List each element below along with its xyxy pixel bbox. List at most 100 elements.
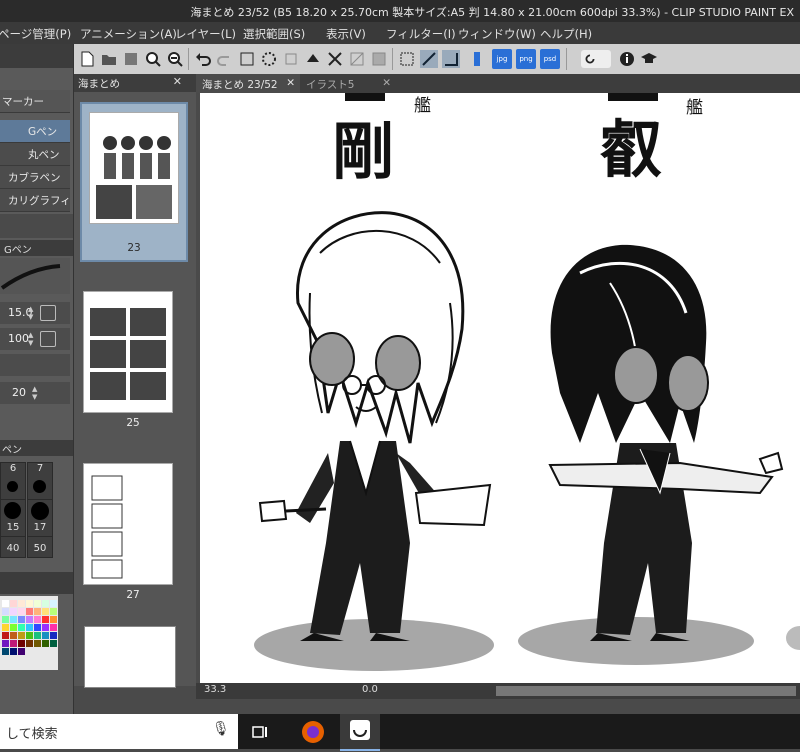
menu-window[interactable]: ウィンドウ(W) bbox=[458, 26, 536, 42]
subtool-g-pen[interactable]: Gペン bbox=[0, 120, 70, 143]
page-thumb-25[interactable]: 25 bbox=[80, 282, 186, 430]
info-icon[interactable] bbox=[618, 50, 636, 68]
color-swatch[interactable] bbox=[10, 608, 17, 615]
color-swatch[interactable] bbox=[34, 640, 41, 647]
color-swatch[interactable] bbox=[42, 624, 49, 631]
page-thumb-27[interactable]: 27 bbox=[80, 454, 186, 602]
learn-icon[interactable] bbox=[640, 50, 658, 68]
color-swatch[interactable] bbox=[2, 608, 9, 615]
color-swatch[interactable] bbox=[50, 624, 57, 631]
menu-selection[interactable]: 選択範囲(S) bbox=[243, 26, 305, 42]
zoom-value[interactable]: 33.3 bbox=[204, 684, 226, 695]
zoom-out-icon[interactable] bbox=[166, 50, 184, 68]
color-swatch[interactable] bbox=[26, 616, 33, 623]
color-swatch[interactable] bbox=[2, 600, 9, 607]
tool-property-tab[interactable]: Gペン bbox=[0, 240, 73, 256]
page-thumb-next[interactable] bbox=[84, 626, 176, 688]
special-ruler-icon[interactable] bbox=[442, 50, 460, 68]
color-swatch[interactable] bbox=[26, 600, 33, 607]
stabilization-field[interactable]: 20 ▲ ▼ bbox=[0, 382, 70, 404]
new-file-icon[interactable] bbox=[78, 50, 96, 68]
color-swatch[interactable] bbox=[18, 600, 25, 607]
color-swatch[interactable] bbox=[10, 640, 17, 647]
transform-icon[interactable] bbox=[260, 50, 278, 68]
color-swatch[interactable] bbox=[50, 632, 57, 639]
color-swatch[interactable] bbox=[18, 616, 25, 623]
select-all-icon[interactable] bbox=[398, 50, 416, 68]
anti-aliasing-row[interactable] bbox=[0, 354, 70, 376]
task-view-icon[interactable] bbox=[250, 722, 270, 742]
open-folder-icon[interactable] bbox=[100, 50, 118, 68]
clip-studio-taskbar-icon[interactable] bbox=[340, 714, 380, 751]
pressure-icon[interactable] bbox=[40, 305, 56, 321]
size-cell-15[interactable]: 15 bbox=[0, 499, 26, 537]
close-icon[interactable]: ✕ bbox=[286, 77, 295, 89]
color-swatch[interactable] bbox=[26, 608, 33, 615]
color-swatch[interactable] bbox=[34, 632, 41, 639]
clip-studio-icon[interactable] bbox=[581, 50, 611, 68]
color-swatch[interactable] bbox=[42, 640, 49, 647]
fill-icon[interactable] bbox=[304, 50, 322, 68]
firefox-icon[interactable] bbox=[302, 721, 324, 743]
color-swatch[interactable] bbox=[34, 616, 41, 623]
color-swatch[interactable] bbox=[18, 640, 25, 647]
menu-filter[interactable]: フィルター(I) bbox=[386, 26, 456, 42]
color-swatch[interactable] bbox=[42, 600, 49, 607]
menu-layer[interactable]: レイヤー(L) bbox=[175, 26, 236, 42]
color-swatch[interactable] bbox=[18, 632, 25, 639]
crop-icon[interactable] bbox=[282, 50, 300, 68]
size-cell-50[interactable]: 50 bbox=[27, 536, 53, 558]
flip-icon[interactable] bbox=[326, 50, 344, 68]
color-set-palette[interactable] bbox=[0, 596, 58, 670]
color-swatch[interactable] bbox=[2, 616, 9, 623]
menu-help[interactable]: ヘルプ(H) bbox=[540, 26, 592, 42]
subtool-calligraphy[interactable]: カリグラフィ bbox=[0, 189, 71, 212]
color-swatch[interactable] bbox=[10, 600, 17, 607]
close-icon[interactable]: ✕ bbox=[173, 75, 182, 88]
color-swatch[interactable] bbox=[34, 624, 41, 631]
color-swatch[interactable] bbox=[10, 632, 17, 639]
color-swatch[interactable] bbox=[26, 640, 33, 647]
drawing-canvas[interactable]: 剛 艦 叡 艦 bbox=[200, 93, 800, 683]
microphone-icon[interactable]: 🎙 bbox=[212, 721, 230, 737]
export-jpg-button[interactable]: jpg bbox=[492, 49, 512, 69]
undo-icon[interactable] bbox=[194, 50, 212, 68]
subtool-kabura-pen[interactable]: カブラペン bbox=[0, 166, 70, 189]
redo-icon[interactable] bbox=[216, 50, 234, 68]
opacity-icon[interactable] bbox=[40, 331, 56, 347]
color-swatch[interactable] bbox=[2, 624, 9, 631]
color-swatch[interactable] bbox=[2, 640, 9, 647]
fill-selection-icon[interactable] bbox=[370, 50, 388, 68]
size-cell-6[interactable]: 6 bbox=[0, 462, 26, 500]
color-swatch[interactable] bbox=[42, 616, 49, 623]
color-swatch[interactable] bbox=[10, 616, 17, 623]
export-psd-button[interactable]: psd bbox=[540, 49, 560, 69]
color-swatch[interactable] bbox=[34, 608, 41, 615]
size-cell-7[interactable]: 7 bbox=[27, 462, 53, 500]
color-swatch[interactable] bbox=[26, 624, 33, 631]
export-png-button[interactable]: png bbox=[516, 49, 536, 69]
page-manager-tab[interactable]: 海まとめ ✕ bbox=[74, 74, 196, 92]
close-icon[interactable]: ✕ bbox=[382, 77, 391, 89]
erase-icon[interactable] bbox=[238, 50, 256, 68]
rotation-value[interactable]: 0.0 bbox=[362, 684, 378, 695]
tab-umamatome[interactable]: 海まとめ 23/52 ✕ bbox=[196, 74, 300, 93]
save-icon[interactable] bbox=[122, 50, 140, 68]
horizontal-scrollbar[interactable] bbox=[496, 686, 796, 696]
tab-illust5[interactable]: イラスト5 ✕ bbox=[300, 74, 396, 93]
opacity-field[interactable]: 100 ▲ ▼ bbox=[0, 328, 70, 350]
color-swatch[interactable] bbox=[34, 600, 41, 607]
color-swatch[interactable] bbox=[42, 632, 49, 639]
color-swatch[interactable] bbox=[50, 600, 57, 607]
brush-size-field[interactable]: 15.0 ▲ ▼ bbox=[0, 302, 70, 324]
color-swatch[interactable] bbox=[10, 624, 17, 631]
color-swatch[interactable] bbox=[2, 632, 9, 639]
size-cell-40[interactable]: 40 bbox=[0, 536, 26, 558]
color-swatch[interactable] bbox=[18, 624, 25, 631]
menu-view[interactable]: 表示(V) bbox=[326, 26, 366, 42]
menu-animation[interactable]: アニメーション(A) bbox=[80, 26, 177, 42]
page-thumb-23[interactable]: 23 bbox=[80, 102, 188, 262]
color-swatch[interactable] bbox=[10, 648, 17, 655]
subtool-round-pen[interactable]: 丸ペン bbox=[0, 143, 70, 166]
color-icon[interactable] bbox=[468, 50, 486, 68]
